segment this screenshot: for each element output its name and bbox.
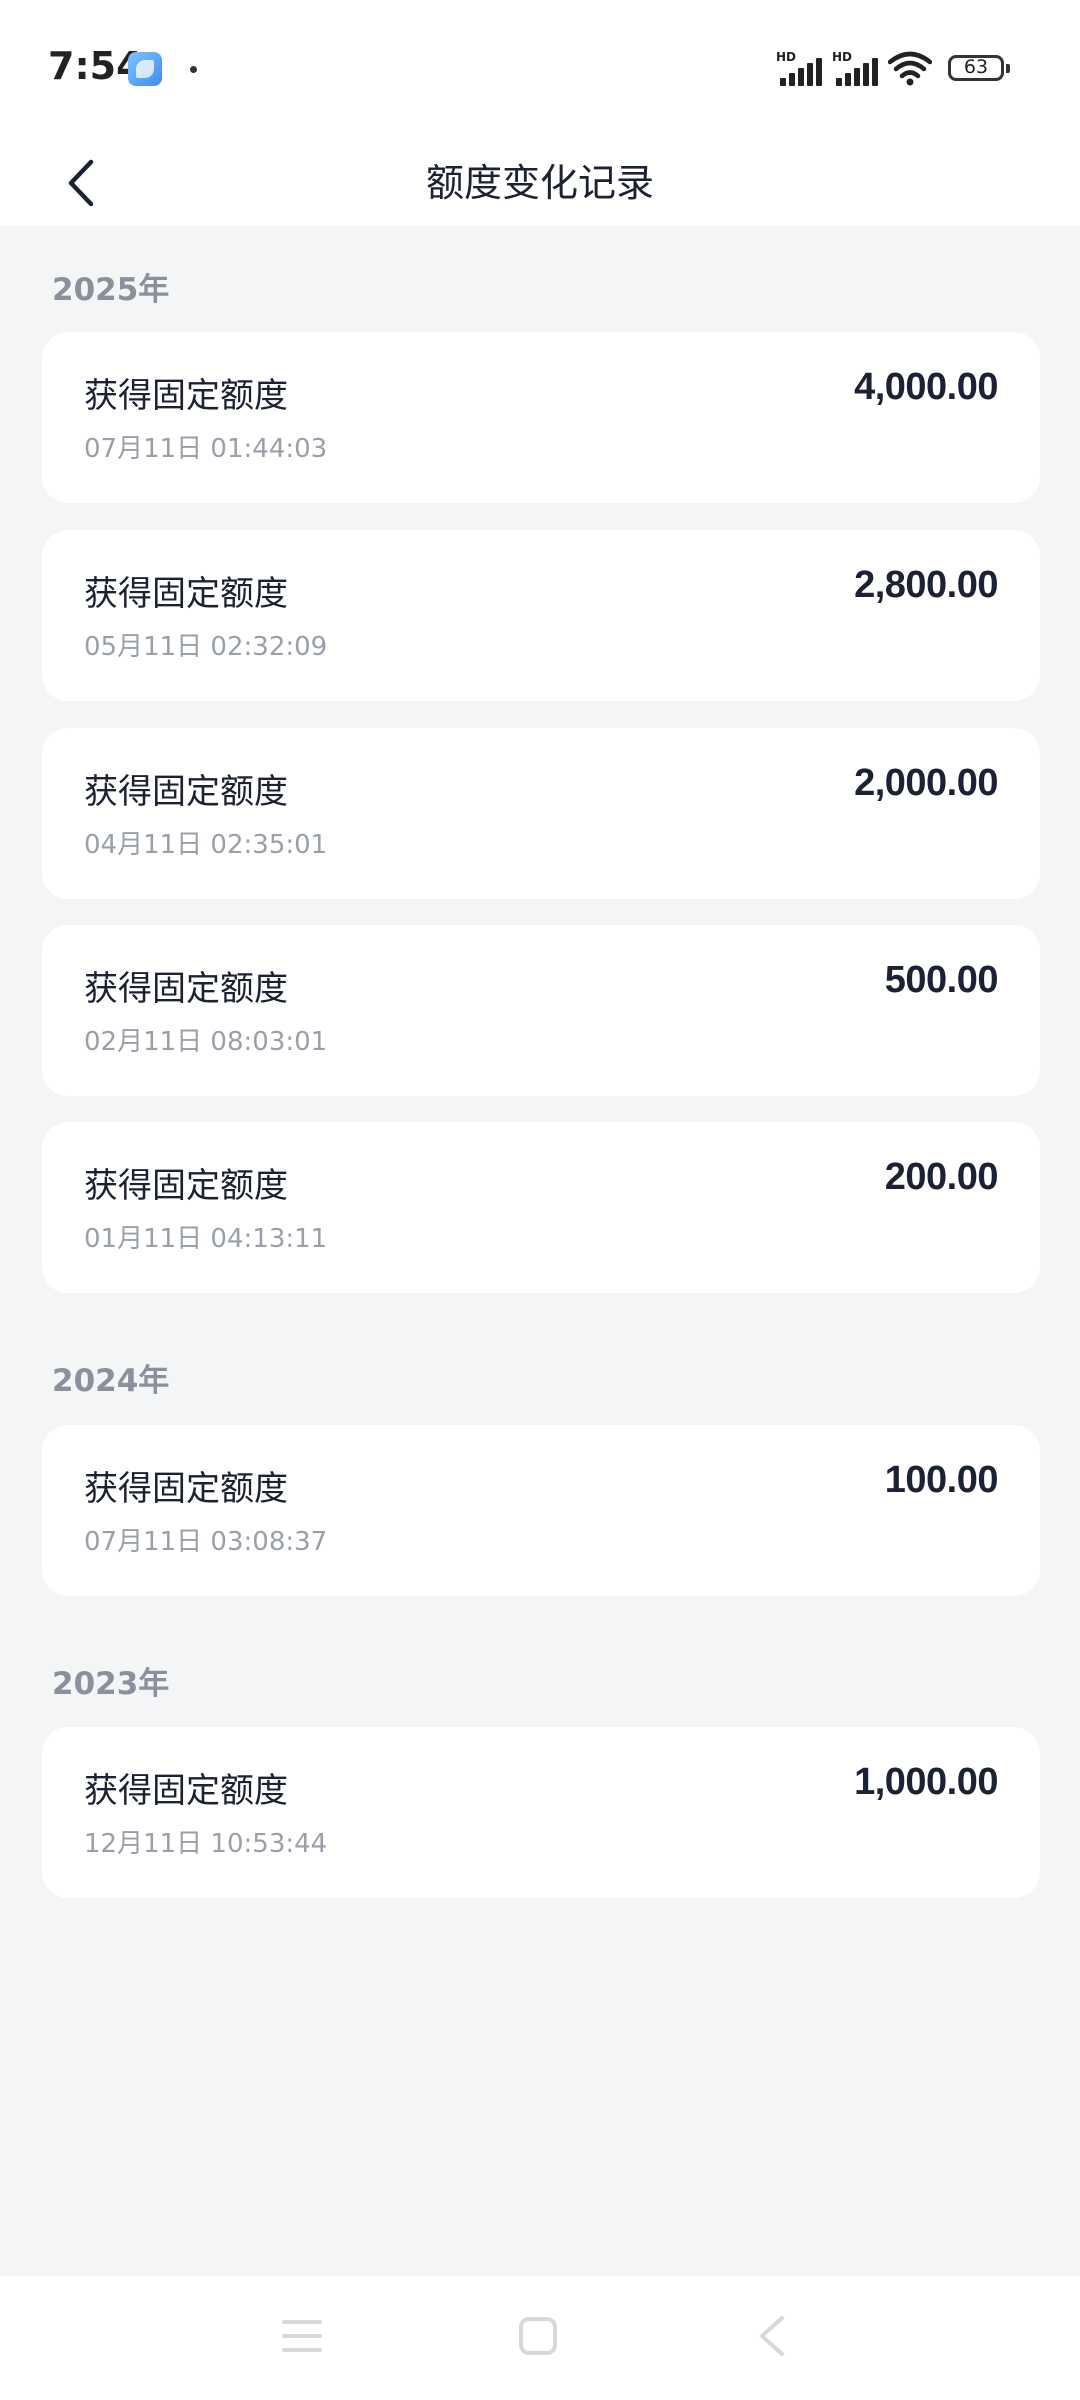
record-amount: 4,000.00 [854, 366, 998, 408]
record-amount: 2,800.00 [854, 564, 998, 606]
record-card[interactable]: 获得固定额度 07月11日 03:08:37 100.00 [42, 1425, 1040, 1596]
record-title: 获得固定额度 [84, 1166, 288, 1206]
record-amount: 1,000.00 [854, 1761, 998, 1803]
wifi-icon [888, 51, 932, 86]
year-label: 2024年 [52, 1363, 170, 1399]
signal-icon: HD [832, 50, 878, 86]
back-icon [760, 2316, 784, 2356]
record-time: 01月11日 04:13:11 [84, 1224, 328, 1254]
record-time: 12月11日 10:53:44 [84, 1829, 328, 1859]
page-title: 额度变化记录 [425, 161, 654, 205]
record-amount: 100.00 [884, 1459, 999, 1501]
record-amount: 200.00 [884, 1156, 999, 1198]
network-label: HD [776, 50, 797, 64]
signal-icon: HD [776, 50, 822, 86]
record-card[interactable]: 获得固定额度 12月11日 10:53:44 1,000.00 [42, 1727, 1040, 1898]
record-time: 07月11日 01:44:03 [84, 434, 328, 464]
system-nav-bar [0, 2276, 1080, 2400]
record-card[interactable]: 获得固定额度 05月11日 02:32:09 2,800.00 [42, 530, 1040, 701]
year-label: 2023年 [52, 1666, 170, 1702]
record-time: 04月11日 02:35:01 [84, 830, 328, 860]
record-time: 05月11日 02:32:09 [84, 632, 328, 662]
menu-icon [282, 2320, 322, 2352]
record-card[interactable]: 获得固定额度 07月11日 01:44:03 4,000.00 [42, 332, 1040, 503]
record-title: 获得固定额度 [84, 1771, 288, 1811]
nav-bar: 额度变化记录 [0, 140, 1080, 226]
record-title: 获得固定额度 [84, 1469, 288, 1509]
battery-level: 63 [963, 56, 989, 78]
battery-icon: 63 [948, 55, 1010, 81]
app-notification-icon [128, 52, 162, 86]
record-title: 获得固定额度 [84, 969, 288, 1009]
record-title: 获得固定额度 [84, 574, 288, 614]
record-amount: 2,000.00 [854, 762, 998, 804]
system-back-button[interactable] [742, 2306, 802, 2366]
record-card[interactable]: 获得固定额度 02月11日 08:03:01 500.00 [42, 925, 1040, 1096]
record-amount: 500.00 [884, 959, 999, 1001]
record-time: 02月11日 08:03:01 [84, 1027, 328, 1057]
status-bar: 7:54 HD HD 63 [0, 0, 1080, 140]
notification-dot [190, 66, 197, 73]
home-button[interactable] [508, 2306, 568, 2366]
record-card[interactable]: 获得固定额度 04月11日 02:35:01 2,000.00 [42, 728, 1040, 899]
record-card[interactable]: 获得固定额度 01月11日 04:13:11 200.00 [42, 1122, 1040, 1293]
record-time: 07月11日 03:08:37 [84, 1527, 328, 1557]
year-label: 2025年 [52, 272, 170, 308]
home-icon [519, 2317, 557, 2355]
menu-button[interactable] [272, 2306, 332, 2366]
record-title: 获得固定额度 [84, 772, 288, 812]
network-label: HD [832, 50, 853, 64]
record-title: 获得固定额度 [84, 376, 288, 416]
